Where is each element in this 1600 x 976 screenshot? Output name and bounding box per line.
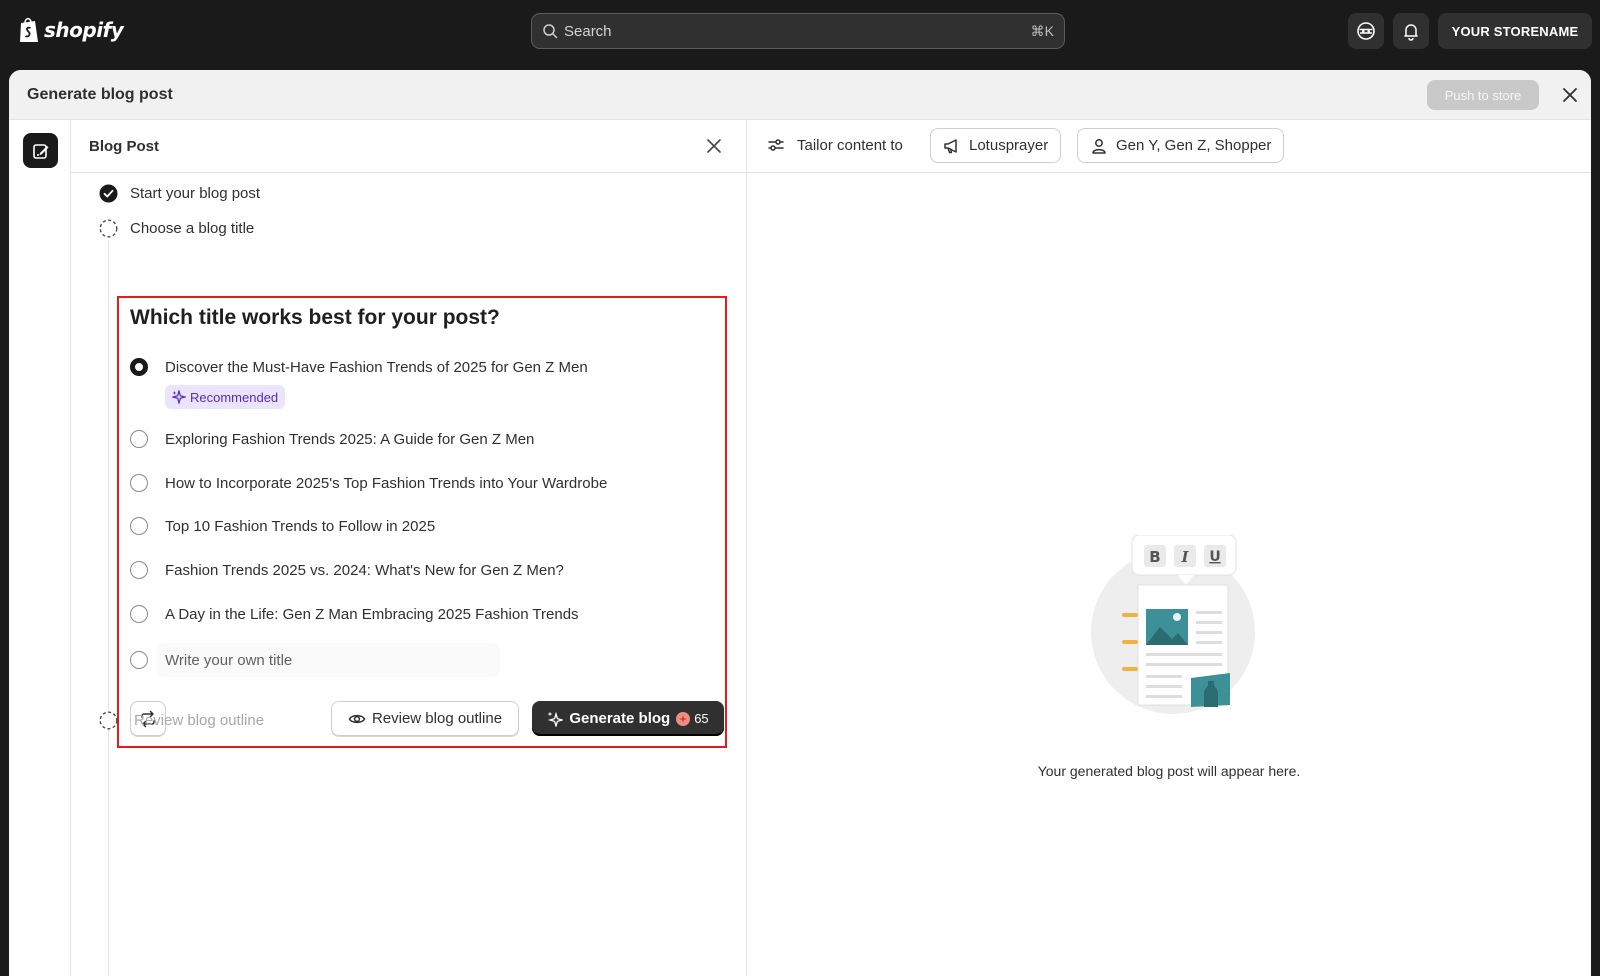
search-icon — [543, 24, 558, 39]
title-option[interactable]: Top 10 Fashion Trends to Follow in 2025 — [130, 517, 435, 535]
tailor-content-label: Tailor content to — [767, 136, 903, 154]
credits-value: 65 — [694, 711, 709, 726]
blog-editor-illustration-icon: B I U — [1091, 535, 1255, 714]
close-icon[interactable] — [705, 137, 723, 155]
logo-text: shopify — [44, 18, 124, 42]
sliders-icon — [768, 139, 784, 151]
svg-text:I: I — [1180, 548, 1189, 566]
title-option-label: Discover the Must-Have Fashion Trends of… — [165, 358, 588, 376]
sidekick-button[interactable] — [1348, 13, 1384, 49]
person-icon — [1092, 138, 1106, 154]
radio[interactable] — [130, 474, 148, 492]
top-bar: shopify Search ⌘K YOUR STORENAME — [0, 0, 1600, 62]
blog-post-tool-button[interactable] — [23, 133, 58, 168]
title-option-label: Exploring Fashion Trends 2025: A Guide f… — [165, 430, 535, 448]
check-circle-icon — [99, 184, 118, 203]
edit-document-icon — [32, 143, 48, 159]
notifications-button[interactable] — [1393, 13, 1429, 49]
generate-blog-button[interactable]: Generate blog 65 — [532, 701, 724, 736]
own-title-input[interactable]: Write your own title — [157, 643, 500, 677]
store-menu-button[interactable]: YOUR STORENAME — [1438, 13, 1592, 49]
dashed-circle-icon — [99, 219, 118, 238]
title-option[interactable]: Discover the Must-Have Fashion Trends of… — [130, 358, 588, 376]
radio-selected[interactable] — [130, 358, 148, 376]
modal-close-button[interactable] — [1559, 84, 1581, 106]
generate-blog-modal: Generate blog post Push to store Blog Po… — [9, 70, 1591, 976]
title-option[interactable]: Fashion Trends 2025 vs. 2024: What's New… — [130, 561, 564, 579]
own-title-placeholder: Write your own title — [165, 651, 293, 669]
search-placeholder: Search — [564, 22, 612, 40]
radio[interactable] — [130, 517, 148, 535]
side-rail — [9, 120, 71, 976]
review-button-label: Review blog outline — [371, 710, 503, 727]
review-blog-outline-button[interactable]: Review blog outline — [331, 701, 519, 736]
radio[interactable] — [130, 561, 148, 579]
shopify-bag-icon — [20, 17, 38, 42]
sparkle-icon — [172, 390, 186, 404]
bell-icon — [1404, 24, 1418, 41]
brand-voice-chip[interactable]: Lotusprayer — [930, 128, 1062, 163]
empty-state-message: Your generated blog post will appear her… — [1037, 763, 1301, 779]
own-title-option[interactable] — [130, 651, 148, 669]
step-label: Start your blog post — [130, 185, 261, 202]
step-review-blog-outline[interactable]: Review blog outline — [99, 711, 264, 730]
credit-icon — [676, 711, 691, 726]
blog-post-panel: Blog Post Start your blog post Choose a — [71, 120, 747, 976]
tailor-bar: Tailor content to Lotusprayer Gen Y, Gen… — [747, 120, 1591, 173]
sparkle-icon — [547, 711, 564, 727]
svg-text:B: B — [1149, 548, 1160, 566]
push-to-store-button[interactable]: Push to store — [1427, 80, 1539, 110]
modal-header: Generate blog post Push to store — [9, 70, 1591, 120]
svg-text:U: U — [1209, 549, 1220, 565]
step-choose-blog-title[interactable]: Choose a blog title — [99, 219, 254, 238]
panel-title: Blog Post — [89, 138, 159, 155]
title-option-label: Top 10 Fashion Trends to Follow in 2025 — [165, 517, 436, 535]
title-option[interactable]: A Day in the Life: Gen Z Man Embracing 2… — [130, 605, 579, 623]
title-option-label: How to Incorporate 2025's Top Fashion Tr… — [165, 474, 608, 492]
shopify-logo[interactable]: shopify — [18, 16, 124, 44]
title-option[interactable]: Exploring Fashion Trends 2025: A Guide f… — [130, 430, 534, 448]
sidekick-icon — [1357, 22, 1375, 40]
tailor-label: Tailor content to — [797, 136, 903, 154]
credits-counter: 65 — [676, 711, 709, 726]
generate-button-label: Generate blog — [569, 710, 671, 727]
title-option[interactable]: How to Incorporate 2025's Top Fashion Tr… — [130, 474, 607, 492]
steps-timeline — [108, 240, 109, 976]
chip-label: Gen Y, Gen Z, Shopper — [1116, 137, 1272, 154]
title-choice-card: Which title works best for your post? Di… — [117, 296, 727, 748]
badge-label: Recommended — [190, 389, 279, 405]
close-icon — [1563, 88, 1577, 102]
radio[interactable] — [130, 605, 148, 623]
dashed-circle-icon — [99, 711, 118, 730]
megaphone-icon — [944, 138, 957, 153]
modal-title: Generate blog post — [27, 86, 173, 103]
title-question: Which title works best for your post? — [130, 306, 500, 329]
radio[interactable] — [130, 430, 148, 448]
step-label: Choose a blog title — [130, 220, 255, 237]
audience-chip[interactable]: Gen Y, Gen Z, Shopper — [1077, 128, 1285, 163]
step-label: Review blog outline — [134, 712, 265, 729]
preview-panel: Tailor content to Lotusprayer Gen Y, Gen… — [747, 120, 1591, 976]
panel-header: Blog Post — [71, 120, 746, 173]
radio[interactable] — [130, 651, 148, 669]
chip-label: Lotusprayer — [969, 137, 1049, 154]
title-option-label: Fashion Trends 2025 vs. 2024: What's New… — [165, 561, 564, 579]
search-input[interactable]: Search ⌘K — [531, 13, 1065, 49]
step-start-blog-post[interactable]: Start your blog post — [99, 184, 260, 203]
search-shortcut: ⌘K — [1030, 22, 1054, 39]
title-option-label: A Day in the Life: Gen Z Man Embracing 2… — [165, 605, 579, 623]
recommended-badge: Recommended — [165, 385, 286, 409]
eye-icon — [348, 714, 366, 723]
